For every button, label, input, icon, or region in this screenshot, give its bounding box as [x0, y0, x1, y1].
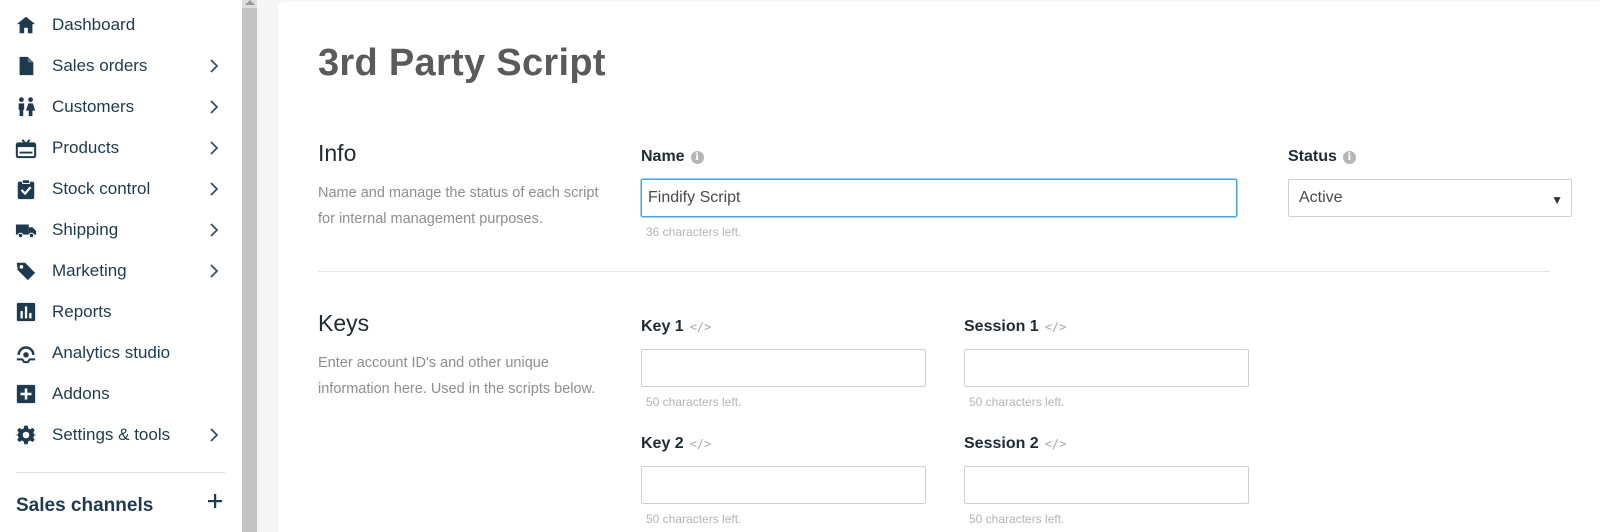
dropdown-caret-icon: ▼: [1551, 193, 1563, 207]
sidebar-item-reports[interactable]: Reports: [0, 291, 242, 331]
sidebar-item-label: Reports: [52, 302, 112, 321]
gear-icon: [15, 424, 37, 446]
chevron-right-icon: [204, 138, 224, 158]
session-1-field-label: Session 1 </>: [964, 318, 1066, 336]
sidebar-item-label: Stock control: [52, 179, 151, 198]
sidebar-item-stock-control[interactable]: Stock control: [0, 168, 242, 208]
sidebar: Dashboard Sales orders Customers Product…: [0, 0, 242, 532]
key-2-input[interactable]: [641, 466, 926, 504]
info-section-description: Name and manage the status of each scrip…: [318, 185, 599, 227]
session-2-char-counter: 50 characters left.: [969, 512, 1065, 526]
truck-icon: [15, 219, 37, 241]
code-icon: </>: [689, 320, 712, 334]
status-select[interactable]: Active ▼: [1288, 179, 1572, 217]
sidebar-divider: [16, 472, 225, 473]
chevron-right-icon: [204, 179, 224, 199]
sidebar-item-dashboard[interactable]: Dashboard: [0, 4, 242, 44]
key-2-label-text: Key 2: [641, 435, 684, 452]
chevron-right-icon: [204, 97, 224, 117]
sales-channels-heading: Sales channels: [16, 495, 154, 516]
clipboard-check-icon: [15, 178, 37, 200]
sidebar-item-label: Marketing: [52, 261, 127, 280]
keys-section-title: Keys: [318, 310, 370, 336]
plus-square-icon: [15, 383, 37, 405]
chevron-right-icon: [204, 261, 224, 281]
bar-chart-icon: [15, 301, 37, 323]
sidebar-item-label: Sales orders: [52, 56, 148, 75]
key-1-input[interactable]: [641, 349, 926, 387]
session-1-label-text: Session 1: [964, 318, 1039, 335]
home-icon: [15, 14, 37, 36]
sidebar-item-analytics-studio[interactable]: Analytics studio: [0, 332, 242, 372]
chevron-right-icon: [204, 425, 224, 445]
products-icon: [15, 137, 37, 159]
sidebar-item-label: Analytics studio: [52, 343, 171, 362]
key-1-label-text: Key 1: [641, 318, 684, 335]
sidebar-item-customers[interactable]: Customers: [0, 86, 242, 126]
name-input[interactable]: [641, 179, 1237, 217]
sidebar-item-products[interactable]: Products: [0, 127, 242, 167]
name-char-counter: 36 characters left.: [646, 225, 742, 239]
code-icon: </>: [1044, 320, 1067, 334]
add-channel-plus-icon[interactable]: [204, 490, 226, 512]
sidebar-item-label: Products: [52, 138, 120, 157]
name-label-text: Name: [641, 148, 685, 165]
status-field-label: Status i: [1288, 148, 1356, 166]
session-1-input[interactable]: [964, 349, 1249, 387]
key-1-field-label: Key 1 </>: [641, 318, 711, 336]
info-icon[interactable]: i: [1342, 150, 1356, 164]
sidebar-scrollbar-thumb[interactable]: [242, 8, 257, 532]
key-2-field-label: Key 2 </>: [641, 435, 711, 453]
session-2-label-text: Session 2: [964, 435, 1039, 452]
chevron-right-icon: [204, 220, 224, 240]
section-divider: [318, 271, 1550, 272]
sidebar-item-sales-orders[interactable]: Sales orders: [0, 45, 242, 85]
sidebar-item-shipping[interactable]: Shipping: [0, 209, 242, 249]
customers-icon: [15, 96, 37, 118]
sidebar-item-addons[interactable]: Addons: [0, 373, 242, 413]
session-2-field-label: Session 2 </>: [964, 435, 1066, 453]
session-2-input[interactable]: [964, 466, 1249, 504]
sidebar-item-label: Addons: [52, 384, 110, 403]
main-panel: 3rd Party Script Info Name and manage th…: [278, 2, 1600, 532]
sidebar-item-settings-tools[interactable]: Settings & tools: [0, 414, 242, 454]
session-1-char-counter: 50 characters left.: [969, 395, 1065, 409]
status-label-text: Status: [1288, 148, 1337, 165]
scroll-up-arrow-icon[interactable]: [245, 0, 255, 5]
code-icon: </>: [689, 437, 712, 451]
analytics-icon: [15, 342, 37, 364]
info-icon[interactable]: i: [690, 150, 704, 164]
sidebar-item-marketing[interactable]: Marketing: [0, 250, 242, 290]
tag-icon: [15, 260, 37, 282]
key-2-char-counter: 50 characters left.: [646, 512, 742, 526]
sidebar-item-label: Customers: [52, 97, 135, 116]
key-1-char-counter: 50 characters left.: [646, 395, 742, 409]
info-section-title: Info: [318, 140, 357, 166]
sidebar-item-label: Dashboard: [52, 15, 136, 34]
sidebar-item-label: Shipping: [52, 220, 119, 239]
page-title: 3rd Party Script: [318, 42, 606, 84]
code-icon: </>: [1044, 437, 1067, 451]
document-icon: [15, 55, 37, 77]
chevron-right-icon: [204, 56, 224, 76]
sidebar-item-label: Settings & tools: [52, 425, 171, 444]
name-field-label: Name i: [641, 148, 704, 166]
status-selected-value: Active: [1299, 189, 1343, 206]
keys-section-description: Enter account ID's and other unique info…: [318, 355, 596, 397]
